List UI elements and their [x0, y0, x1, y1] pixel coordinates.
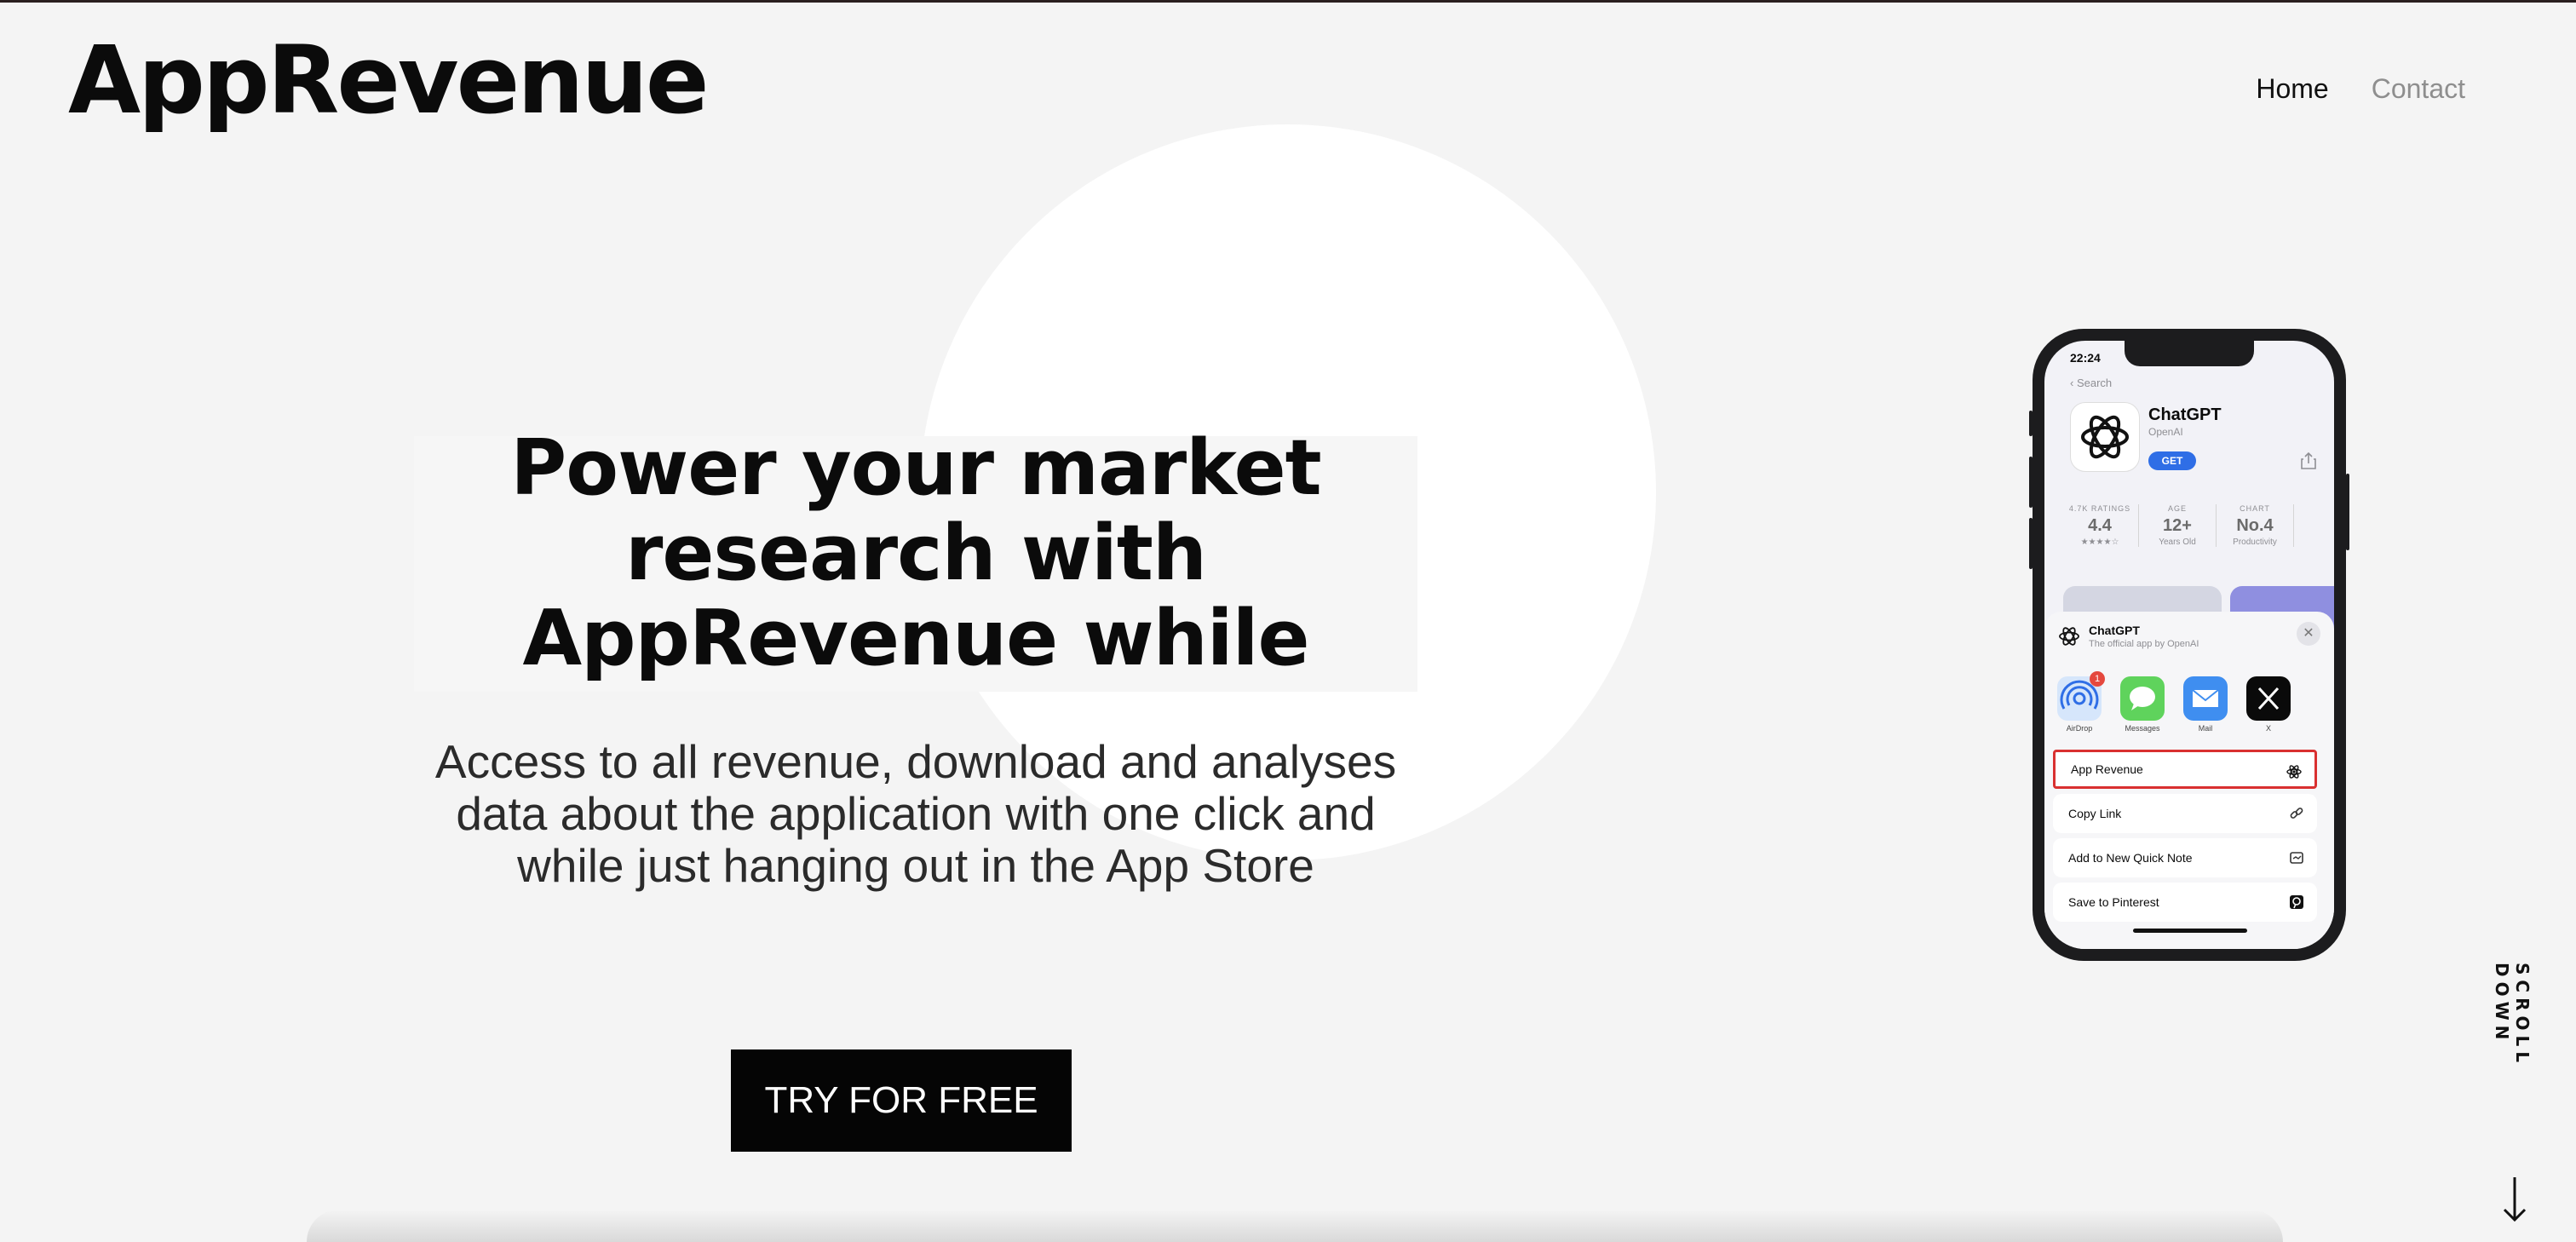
share-airdrop[interactable]: 1 AirDrop — [2056, 671, 2105, 733]
back-to-search[interactable]: ‹ Search — [2070, 377, 2112, 389]
phone-volume-down — [2029, 518, 2033, 569]
app-developer: OpenAI — [2148, 426, 2183, 438]
top-border — [0, 0, 2576, 3]
pinterest-icon — [2290, 895, 2303, 909]
back-label: Search — [2076, 377, 2113, 389]
phone-volume-up — [2029, 457, 2033, 508]
action-quick-note[interactable]: Add to New Quick Note — [2053, 838, 2317, 877]
share-mail[interactable]: Mail — [2182, 676, 2228, 733]
share-sheet-title: ChatGPT — [2089, 624, 2140, 637]
atom-icon — [2286, 765, 2302, 779]
scroll-down-label: SCROLL DOWN — [2492, 963, 2533, 1067]
stat-chart: CHART No.4 Productivity — [2217, 504, 2294, 547]
share-messages[interactable]: Messages — [2119, 676, 2165, 733]
share-sheet: ChatGPT The official app by OpenAI ✕ 1 A… — [2044, 612, 2334, 949]
stat-age: AGE 12+ Years Old — [2139, 504, 2217, 547]
stat-value: 12+ — [2163, 516, 2192, 535]
action-label: App Revenue — [2071, 762, 2143, 776]
share-label: AirDrop — [2066, 724, 2093, 733]
stat-sub: Years Old — [2159, 538, 2196, 547]
brand-logo[interactable]: AppRevenue — [68, 29, 709, 132]
try-for-free-button[interactable]: TRY FOR FREE — [731, 1049, 1072, 1152]
phone-power-button — [2346, 474, 2349, 550]
get-app-button[interactable]: GET — [2148, 451, 2196, 470]
share-targets: 1 AirDrop Messages Mail X — [2056, 671, 2291, 733]
phone-mute-switch — [2029, 411, 2033, 436]
hero-subtext: Access to all revenue, download and anal… — [434, 735, 1397, 892]
mail-icon — [2183, 676, 2228, 721]
airdrop-badge: 1 — [2090, 671, 2105, 687]
share-label: Messages — [2125, 724, 2160, 733]
openai-logo-icon — [2059, 627, 2079, 646]
stat-value: 4.4 — [2088, 516, 2112, 535]
openai-logo-icon — [2081, 415, 2129, 459]
share-label: Mail — [2198, 724, 2213, 733]
app-name: ChatGPT — [2148, 405, 2222, 424]
hero-headline: Power your market research with AppReven… — [510, 423, 1321, 683]
phone-screen: 22:24 ‹ Search ChatGPT OpenAI GET 4.7K R… — [2044, 341, 2334, 949]
stat-label: AGE — [2167, 504, 2187, 513]
share-label: X — [2265, 724, 2271, 733]
chatgpt-app-icon — [2070, 402, 2140, 472]
top-nav: Home Contact — [2256, 73, 2465, 105]
stat-sub: Productivity — [2233, 538, 2277, 547]
stat-label: 4.7K RATINGS — [2068, 504, 2131, 513]
scroll-down-link[interactable]: SCROLL DOWN — [2492, 963, 2534, 1159]
share-actions: App Revenue Copy Link Add to New Quick N… — [2053, 750, 2317, 927]
next-section-edge — [307, 1210, 2283, 1242]
home-indicator — [2133, 929, 2247, 933]
quick-note-icon — [2290, 852, 2303, 864]
app-stats: 4.7K RATINGS 4.4 ★★★★☆ AGE 12+ Years Old… — [2061, 504, 2334, 547]
share-sheet-subtitle: The official app by OpenAI — [2089, 639, 2199, 649]
arrow-down-icon[interactable] — [2498, 1174, 2532, 1225]
messages-icon — [2120, 676, 2165, 721]
stat-ratings: 4.7K RATINGS 4.4 ★★★★☆ — [2061, 504, 2139, 547]
action-app-revenue[interactable]: App Revenue — [2053, 750, 2317, 789]
action-save-pinterest[interactable]: Save to Pinterest — [2053, 883, 2317, 922]
stat-value: No.4 — [2236, 516, 2274, 535]
link-icon — [2290, 808, 2303, 819]
status-time: 22:24 — [2070, 351, 2101, 365]
action-copy-link[interactable]: Copy Link — [2053, 794, 2317, 833]
x-icon — [2246, 676, 2291, 721]
stat-stars: ★★★★☆ — [2080, 538, 2119, 547]
share-x[interactable]: X — [2245, 676, 2291, 733]
action-label: Add to New Quick Note — [2068, 851, 2193, 865]
close-icon[interactable]: ✕ — [2297, 622, 2320, 646]
nav-home-link[interactable]: Home — [2256, 73, 2328, 105]
action-label: Copy Link — [2068, 807, 2122, 820]
airdrop-icon: 1 — [2057, 671, 2105, 721]
phone-notch — [2125, 341, 2254, 366]
nav-contact-link[interactable]: Contact — [2372, 73, 2465, 105]
action-label: Save to Pinterest — [2068, 895, 2159, 909]
stat-label: CHART — [2240, 504, 2270, 513]
share-icon[interactable] — [2300, 451, 2317, 470]
phone-mockup: 22:24 ‹ Search ChatGPT OpenAI GET 4.7K R… — [2029, 329, 2349, 961]
